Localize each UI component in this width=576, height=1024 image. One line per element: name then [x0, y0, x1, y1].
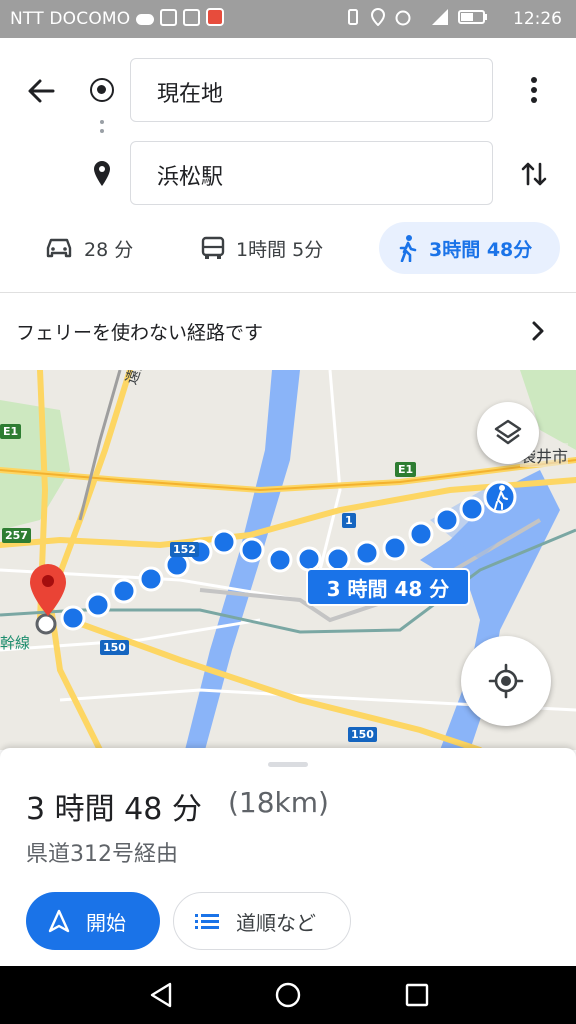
route-dot [325, 546, 351, 572]
route-connector [100, 120, 104, 140]
route-dot [267, 547, 293, 573]
nav-home-icon[interactable] [273, 980, 303, 1010]
road-shield: E1 [395, 462, 417, 477]
start-navigation-button[interactable]: 開始 [26, 892, 160, 950]
route-notice[interactable]: フェリーを使わない経路です [0, 293, 576, 370]
road-shield: 257 [2, 528, 31, 543]
route-distance: (18km) [228, 786, 329, 819]
layers-button[interactable] [477, 402, 539, 464]
vibrate-icon [348, 9, 358, 25]
layers-icon [494, 419, 522, 445]
swap-button[interactable] [514, 154, 554, 194]
start-label: 開始 [86, 910, 126, 935]
road-shield: 150 [348, 727, 377, 742]
route-dot [111, 578, 137, 604]
start-point-icon [35, 613, 57, 635]
route-dot [296, 546, 322, 572]
list-icon [195, 914, 219, 929]
line-icon [183, 8, 200, 26]
mode-transit[interactable]: 1時間 5分 [200, 222, 323, 274]
status-bar: NTT DOCOMO 12:26 [0, 0, 576, 38]
mode-car-time: 28 分 [84, 238, 134, 261]
route-dot [354, 540, 380, 566]
walk-icon [399, 235, 417, 262]
alarm-icon [395, 10, 411, 26]
route-duration-label[interactable]: 3 時間 48 分 [306, 568, 470, 606]
nav-recents-icon[interactable] [402, 980, 432, 1010]
road-shield: E1 [0, 424, 22, 439]
swap-vert-icon [521, 162, 547, 186]
origin-marker-icon [90, 78, 114, 102]
my-location-icon [488, 663, 524, 699]
destination-marker-icon [30, 564, 66, 616]
photo-icon [160, 8, 177, 26]
shinkansen-label: 幹線 [0, 634, 31, 652]
arrow-left-icon [28, 79, 55, 103]
location-icon [370, 8, 386, 26]
road-shield: 152 [170, 542, 199, 557]
carrier-name: NTT DOCOMO [10, 9, 131, 29]
battery-icon [458, 10, 487, 24]
travel-modes: 28 分 1時間 5分 3時間 48分 [0, 222, 576, 274]
route-via: 県道312号経由 [26, 842, 178, 867]
route-duration: 3 時間 48 分 [26, 792, 202, 827]
back-button[interactable] [22, 72, 60, 110]
route-notice-text: フェリーを使わない経路です [16, 322, 264, 344]
route-dot [239, 537, 265, 563]
road-shield: 150 [100, 640, 129, 655]
more-options-button[interactable] [516, 70, 552, 110]
signal-icon [432, 9, 448, 25]
car-icon [46, 238, 72, 258]
clock: 12:26 [513, 9, 562, 29]
road-shield: 1 [342, 513, 356, 528]
route-dot [434, 507, 460, 533]
mode-walk[interactable]: 3時間 48分 [379, 222, 560, 274]
destination-field[interactable]: 浜松駅 [130, 141, 493, 205]
route-dot [164, 552, 190, 578]
destination-pin-icon [94, 161, 110, 186]
route-dot [408, 521, 434, 547]
nav-back-icon[interactable] [146, 980, 176, 1010]
directions-header: 現在地 浜松駅 28 分 1時間 5分 3時間 48分 フェリーを使わない経路で… [0, 38, 576, 370]
route-dot [60, 605, 86, 631]
sheet-drag-handle[interactable] [268, 762, 308, 767]
mail-icon [206, 8, 224, 26]
mode-car[interactable]: 28 分 [44, 222, 133, 274]
steps-button[interactable]: 道順など [173, 892, 351, 950]
notification-icons [136, 8, 224, 26]
route-dot [382, 535, 408, 561]
system-icons [344, 8, 488, 26]
bus-icon [201, 236, 225, 259]
more-vert-icon [531, 77, 537, 103]
route-dot [85, 592, 111, 618]
cloud-icon [136, 14, 154, 25]
chevron-right-icon [532, 321, 544, 341]
route-dot [211, 529, 237, 555]
navigation-arrow-icon [48, 909, 70, 933]
route-summary-sheet[interactable]: 3 時間 48 分 (18km) 県道312号経由 開始 道順など [0, 748, 576, 966]
route-dot [138, 566, 164, 592]
origin-field[interactable]: 現在地 [130, 58, 493, 122]
mode-transit-time: 1時間 5分 [236, 238, 324, 261]
system-nav-bar [0, 966, 576, 1024]
mode-walk-time: 3時間 48分 [429, 238, 533, 261]
my-location-button[interactable] [461, 636, 551, 726]
map-view[interactable]: 遠州鉄道 幹線 袋井市 E1 257 152 1 150 E1 150 3 時間… [0, 370, 576, 750]
steps-label: 道順など [236, 910, 316, 935]
route-dot [459, 496, 485, 522]
